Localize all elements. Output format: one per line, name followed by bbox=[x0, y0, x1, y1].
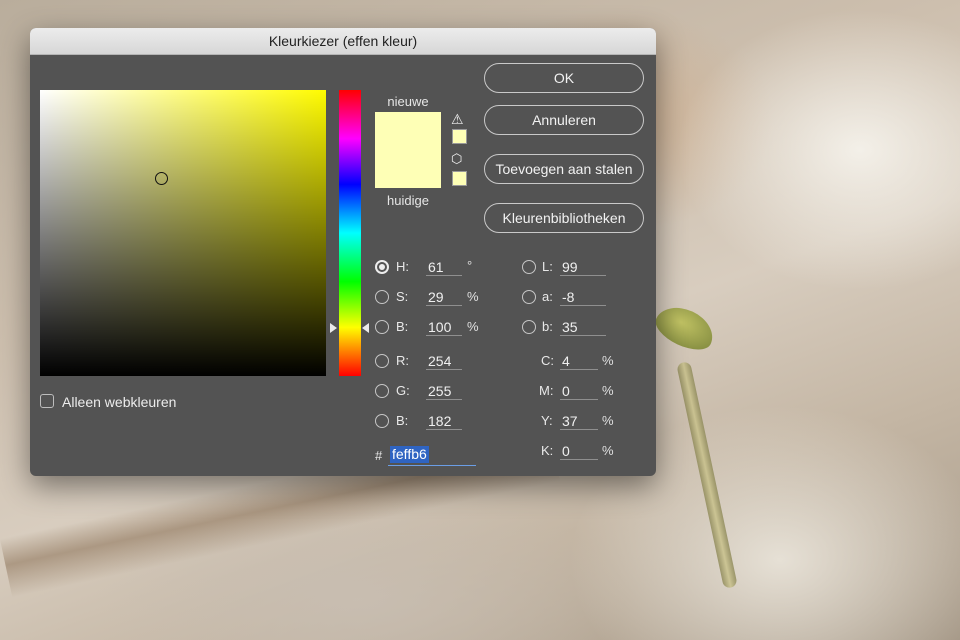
brightness-unit: % bbox=[467, 319, 479, 334]
blue-input[interactable]: 182 bbox=[426, 412, 462, 430]
gamut-warning-swatch[interactable] bbox=[452, 129, 467, 144]
web-safe-swatch[interactable] bbox=[452, 171, 467, 186]
background-plant-stem bbox=[676, 361, 738, 589]
cyan-unit: % bbox=[602, 353, 614, 368]
green-label: G: bbox=[396, 383, 410, 398]
brightness-label: B: bbox=[396, 319, 409, 334]
radio-b[interactable] bbox=[522, 320, 536, 334]
brightness-input[interactable]: 100 bbox=[426, 318, 462, 336]
current-color-swatch[interactable] bbox=[375, 150, 441, 188]
radio-hue[interactable] bbox=[375, 260, 389, 274]
cancel-button[interactable]: Annuleren bbox=[484, 105, 644, 135]
a-label: a: bbox=[542, 289, 553, 304]
color-picker-dialog: Kleurkiezer (effen kleur) nieuwe huidige… bbox=[30, 28, 656, 476]
hue-input[interactable]: 61 bbox=[426, 258, 462, 276]
radio-a[interactable] bbox=[522, 290, 536, 304]
hex-prefix: # bbox=[375, 448, 383, 463]
hex-input[interactable]: feffb6 bbox=[388, 445, 476, 466]
cyan-input[interactable]: 4 bbox=[560, 352, 598, 370]
cyan-label: C: bbox=[541, 353, 554, 368]
a-input[interactable]: -8 bbox=[560, 288, 606, 306]
hue-slider-handle-right[interactable] bbox=[362, 323, 369, 333]
hue-unit: ° bbox=[467, 258, 473, 273]
hue-label: H: bbox=[396, 259, 409, 274]
red-label: R: bbox=[396, 353, 409, 368]
cube-icon[interactable]: ⬡ bbox=[451, 152, 462, 165]
hue-slider-handle-left[interactable] bbox=[330, 323, 337, 333]
add-to-swatches-button[interactable]: Toevoegen aan stalen bbox=[484, 154, 644, 184]
color-libraries-button[interactable]: Kleurenbibliotheken bbox=[484, 203, 644, 233]
green-input[interactable]: 255 bbox=[426, 382, 462, 400]
yellow-unit: % bbox=[602, 413, 614, 428]
dialog-title: Kleurkiezer (effen kleur) bbox=[30, 28, 656, 55]
b-label: b: bbox=[542, 319, 553, 334]
black-unit: % bbox=[602, 443, 614, 458]
new-color-label: nieuwe bbox=[387, 94, 429, 109]
radio-brightness[interactable] bbox=[375, 320, 389, 334]
saturation-input[interactable]: 29 bbox=[426, 288, 462, 306]
black-label: K: bbox=[541, 443, 554, 458]
web-colors-label: Alleen webkleuren bbox=[62, 394, 177, 410]
lightness-input[interactable]: 99 bbox=[560, 258, 606, 276]
hex-value: feffb6 bbox=[390, 446, 429, 463]
color-field-marker[interactable] bbox=[155, 172, 168, 185]
yellow-label: Y: bbox=[541, 413, 553, 428]
hue-slider[interactable] bbox=[339, 90, 361, 376]
web-colors-checkbox[interactable] bbox=[40, 394, 54, 408]
radio-red[interactable] bbox=[375, 354, 389, 368]
ok-button[interactable]: OK bbox=[484, 63, 644, 93]
radio-lightness[interactable] bbox=[522, 260, 536, 274]
color-field[interactable] bbox=[40, 90, 326, 376]
lightness-label: L: bbox=[542, 259, 553, 274]
black-input[interactable]: 0 bbox=[560, 442, 598, 460]
blue-label: B: bbox=[396, 413, 409, 428]
magenta-label: M: bbox=[539, 383, 554, 398]
radio-green[interactable] bbox=[375, 384, 389, 398]
background-plant-leaf bbox=[650, 299, 720, 357]
new-color-swatch bbox=[375, 112, 441, 150]
current-color-label: huidige bbox=[387, 193, 429, 208]
radio-saturation[interactable] bbox=[375, 290, 389, 304]
magenta-input[interactable]: 0 bbox=[560, 382, 598, 400]
b-input[interactable]: 35 bbox=[560, 318, 606, 336]
radio-blue[interactable] bbox=[375, 414, 389, 428]
saturation-label: S: bbox=[396, 289, 409, 304]
magenta-unit: % bbox=[602, 383, 614, 398]
saturation-unit: % bbox=[467, 289, 479, 304]
yellow-input[interactable]: 37 bbox=[560, 412, 598, 430]
red-input[interactable]: 254 bbox=[426, 352, 462, 370]
warning-triangle-icon[interactable]: ⚠ bbox=[451, 112, 464, 126]
